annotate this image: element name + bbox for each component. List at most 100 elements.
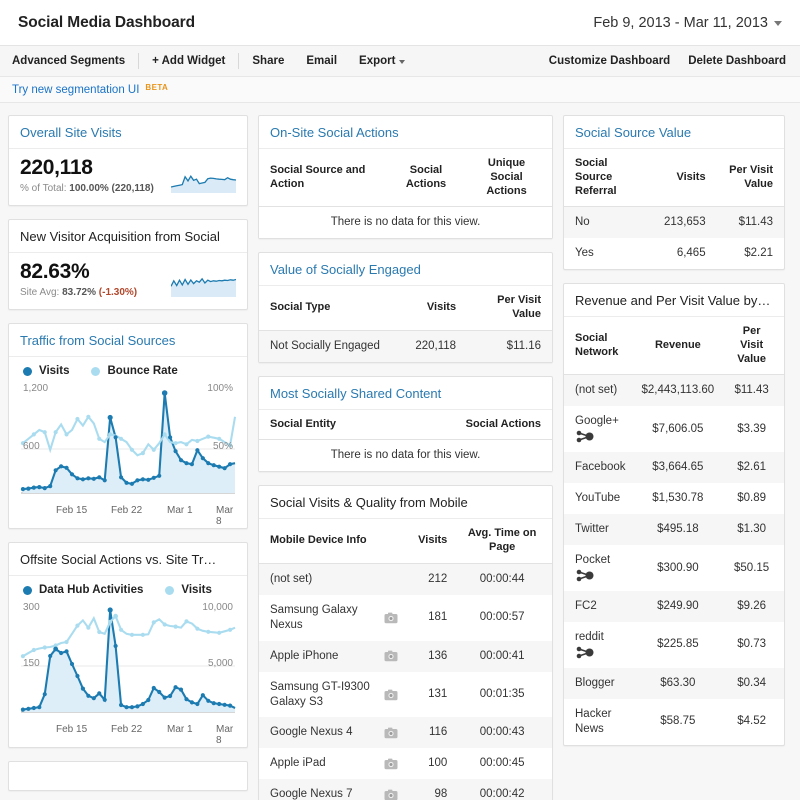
cell-visits: 212 — [405, 563, 456, 595]
widget-title-offsite-social-actions[interactable]: Offsite Social Actions vs. Site Tr… — [9, 543, 247, 577]
try-new-segmentation-link[interactable]: Try new segmentation UI — [12, 84, 139, 96]
legend-label: Visits — [39, 365, 70, 378]
table-row: FC2 $249.90 $9.26 — [564, 590, 784, 622]
legend-item-visits[interactable]: Visits — [165, 584, 212, 597]
column-header-per-visit-value[interactable]: Per Visit Value — [722, 317, 784, 376]
cell-per-visit-value: $50.15 — [734, 561, 770, 574]
share-icon — [576, 569, 594, 582]
table-empty-row: There is no data for this view. — [259, 206, 552, 239]
widget-title-social-source-value[interactable]: Social Source Value — [564, 116, 784, 149]
cell-referral: Yes — [575, 247, 594, 260]
camera-icon — [384, 650, 397, 662]
widget-title-overall-site-visits[interactable]: Overall Site Visits — [9, 116, 247, 149]
widget-title-onsite-social-actions[interactable]: On-Site Social Actions — [259, 116, 552, 149]
cell-device: (not set) — [259, 563, 406, 595]
widget-title-value-of-socially-engaged[interactable]: Value of Socially Engaged — [259, 253, 552, 287]
table-row: Samsung GT-I9300 Galaxy S3 131 00:01:35 — [259, 672, 552, 718]
network-label: Facebook — [575, 461, 626, 474]
scorecard-text: 82.63% Site Avg: 83.72% (-1.30%) — [20, 260, 171, 298]
delete-dashboard-button[interactable]: Delete Dashboard — [670, 55, 786, 67]
add-widget-button[interactable]: + Add Widget — [141, 55, 236, 67]
widget-title-social-visits-quality-from-mobile[interactable]: Social Visits & Quality from Mobile — [259, 486, 552, 520]
legend-label: Bounce Rate — [107, 365, 178, 378]
x-axis-tick: Mar 8 — [216, 505, 234, 528]
column-header-unique-social-actions[interactable]: Unique Social Actions — [464, 149, 552, 208]
advanced-segments-button[interactable]: Advanced Segments — [12, 55, 136, 67]
table-row: Yes 6,465 $2.21 — [564, 238, 784, 269]
cell-referral: No — [564, 206, 648, 239]
cell-network: (not set) — [564, 374, 634, 407]
column-header-per-visit-value[interactable]: Per Visit Value — [713, 149, 784, 208]
column-header-social-type[interactable]: Social Type — [259, 286, 400, 331]
legend-item-visits[interactable]: Visits — [23, 365, 69, 377]
cell-network: Hacker News — [564, 699, 634, 745]
scorecard-text: 220,118 % of Total: 100.00% (220,118) — [20, 156, 171, 194]
widget-offsite-social-actions: Offsite Social Actions vs. Site Tr… Data… — [8, 542, 248, 749]
column-header-social-source-action[interactable]: Social Source and Action — [259, 149, 388, 208]
column-header-mobile-device-info[interactable]: Mobile Device Info — [259, 519, 406, 564]
column-header-social-actions[interactable]: Social Actions — [405, 409, 552, 441]
table-row: reddit $225.85 $0.73 — [564, 622, 784, 668]
column-header-social-entity[interactable]: Social Entity — [259, 409, 406, 441]
table-most-socially-shared-content: Social Entity Social Actions There is no… — [259, 409, 552, 472]
cell-revenue: $2,443,113.60 — [633, 374, 723, 407]
widget-title-new-visitor-acquisition[interactable]: New Visitor Acquisition from Social — [9, 220, 247, 254]
scorecard-new-visitor-acquisition: 82.63% Site Avg: 83.72% (-1.30%) — [9, 253, 247, 309]
column-header-avg-time-on-page[interactable]: Avg. Time on Page — [455, 519, 552, 564]
x-axis-labels: Feb 15 Feb 22 Mar 1 Mar 8 — [17, 723, 239, 746]
network-label: Hacker News — [575, 707, 612, 735]
cell-revenue: $225.85 — [657, 638, 699, 651]
cell-revenue: $58.75 — [660, 715, 696, 728]
cell-revenue: $63.30 — [633, 667, 723, 699]
column-header-visits[interactable]: Visits — [405, 519, 456, 564]
x-axis-tick: Mar 1 — [167, 505, 193, 517]
legend-label: Visits — [181, 584, 212, 597]
network-label: reddit — [575, 630, 604, 643]
widget-title-traffic-from-social-sources[interactable]: Traffic from Social Sources — [9, 324, 247, 358]
cell-per-visit-value: $0.34 — [722, 667, 784, 699]
table-row: Google+ $7,606.05 $3.39 — [564, 406, 784, 452]
network-label: (not set) — [575, 384, 618, 397]
cell-device: Samsung GT-I9300 Galaxy S3 — [259, 672, 406, 718]
date-range-picker[interactable]: Feb 9, 2013 - Mar 11, 2013 — [585, 12, 786, 34]
table-row: Blogger $63.30 $0.34 — [564, 667, 784, 699]
cell-revenue: $7,606.05 — [652, 422, 704, 435]
email-button[interactable]: Email — [295, 55, 348, 67]
metric-subtext: % of Total: 100.00% (220,118) — [20, 183, 171, 194]
y-axis-right-tick-max: 100% — [207, 383, 233, 395]
cell-network: FC2 — [564, 590, 634, 622]
column-header-per-visit-value[interactable]: Per Visit Value — [464, 286, 552, 331]
chevron-down-icon — [399, 60, 406, 64]
column-header-visits[interactable]: Visits — [647, 149, 714, 208]
column-header-social-actions[interactable]: Social Actions — [387, 149, 465, 208]
table-value-of-socially-engaged: Social Type Visits Per Visit Value Not S… — [259, 286, 552, 362]
legend-item-bounce-rate[interactable]: Bounce Rate — [91, 365, 178, 378]
cell-avg-time: 00:00:44 — [455, 563, 552, 595]
camera-icon — [384, 789, 397, 800]
date-range-label: Feb 9, 2013 - Mar 11, 2013 — [593, 14, 768, 31]
dashboard-toolbar: Advanced Segments + Add Widget Share Ema… — [0, 46, 800, 77]
widget-title-most-socially-shared-content[interactable]: Most Socially Shared Content — [259, 377, 552, 410]
widget-onsite-social-actions: On-Site Social Actions Social Source and… — [258, 115, 553, 240]
column-header-social-network[interactable]: Social Network — [564, 317, 634, 376]
cell-visits: 213,653 — [647, 206, 714, 239]
legend-item-data-hub-activities[interactable]: Data Hub Activities — [23, 584, 143, 596]
export-button[interactable]: Export — [348, 55, 416, 67]
column-header-visits[interactable]: Visits — [399, 286, 465, 331]
device-label: Samsung Galaxy Nexus — [270, 603, 358, 631]
export-label: Export — [359, 55, 396, 67]
column-header-revenue[interactable]: Revenue — [633, 317, 723, 376]
x-axis-tick: Feb 22 — [111, 505, 143, 517]
table-body-mobile-devices: (not set) 212 00:00:44 Samsung Galaxy Ne… — [259, 563, 552, 800]
column-header-social-source-referral[interactable]: Social Source Referral — [564, 149, 648, 208]
customize-dashboard-button[interactable]: Customize Dashboard — [531, 55, 670, 67]
widget-title-revenue-per-visit-by-network[interactable]: Revenue and Per Visit Value by … — [564, 284, 784, 318]
share-button[interactable]: Share — [241, 55, 295, 67]
chart-legend: Data Hub Activities Visits — [9, 576, 247, 598]
table-row: Twitter $495.18 $1.30 — [564, 514, 784, 546]
cell-per-visit-value: $3.39 — [737, 422, 766, 435]
table-empty-row: There is no data for this view. — [259, 439, 552, 472]
cell-network: Facebook — [564, 452, 634, 484]
y-axis-right-tick-max: 10,000 — [202, 602, 233, 614]
metric-sub-prefix: % of Total: — [20, 183, 67, 195]
